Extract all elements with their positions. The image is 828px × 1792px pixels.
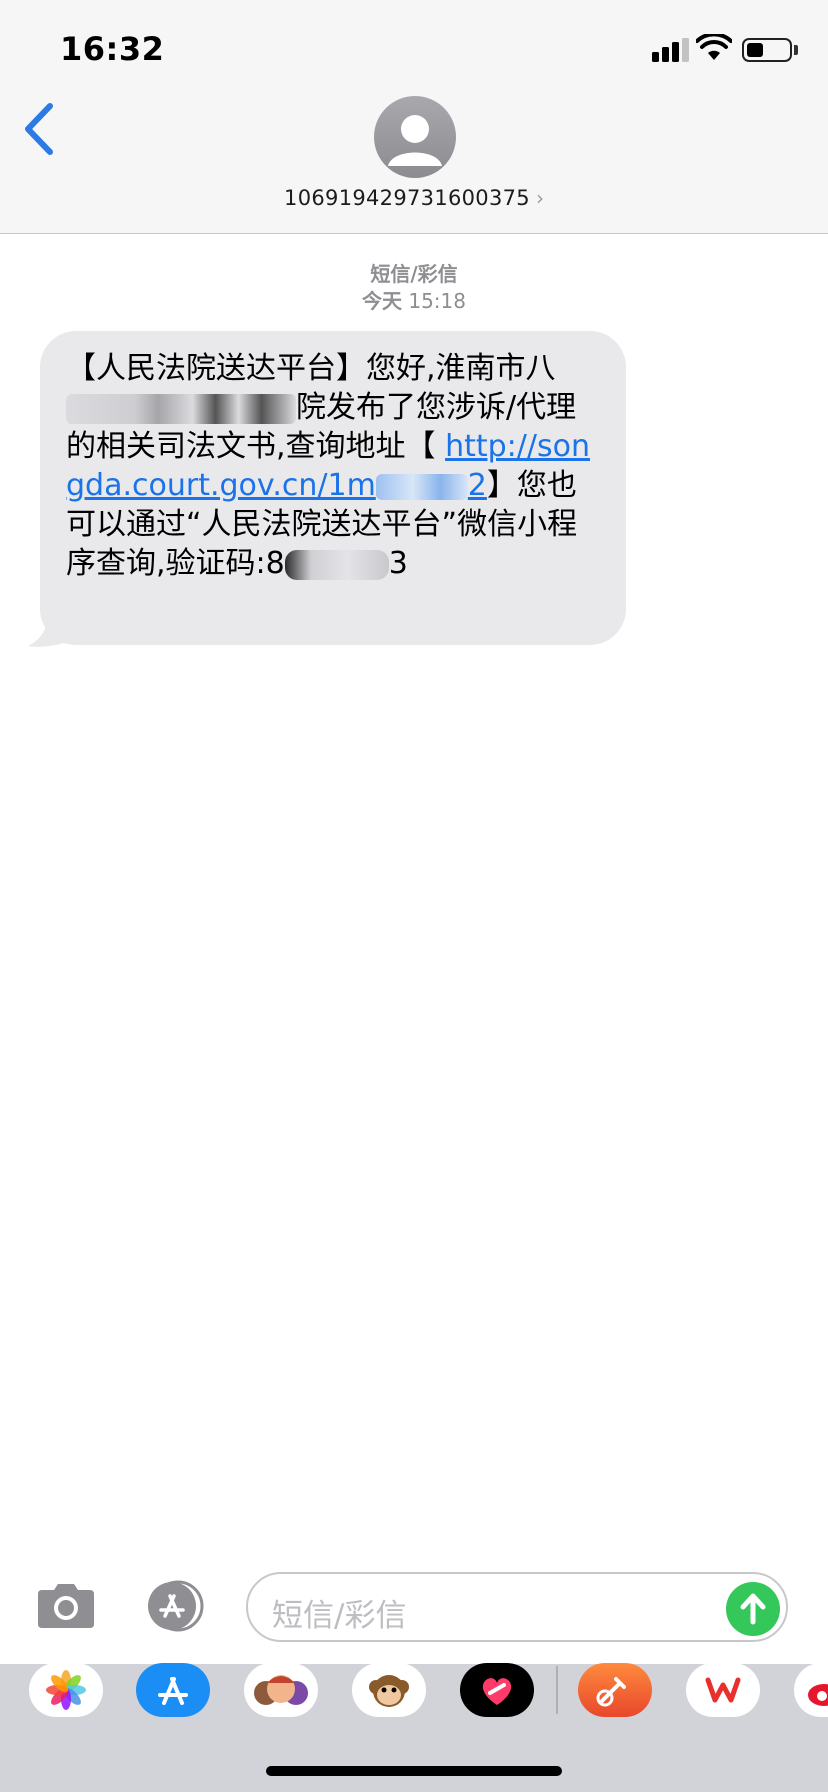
photos-app-icon[interactable] xyxy=(29,1663,103,1717)
contact-number: 106919429731600375 xyxy=(284,186,530,210)
status-time: 16:32 xyxy=(60,30,165,68)
chevron-right-icon: › xyxy=(535,186,544,210)
back-button[interactable] xyxy=(20,102,60,156)
message-input[interactable]: 短信/彩信 xyxy=(246,1572,788,1642)
message-time: 15:18 xyxy=(408,289,466,313)
link-partial: 1m xyxy=(327,468,376,503)
redacted-name-start: 八 xyxy=(525,351,556,386)
link-end: 2 xyxy=(467,468,487,503)
animoji-app-icon[interactable] xyxy=(352,1663,426,1717)
message-part-1: 【人民法院送达平台】您好,淮南市 xyxy=(66,351,526,386)
message-text: 【人民法院送达平台】您好,淮南市八院发布了您涉诉/代理的相关司法文书,查询地址【… xyxy=(66,349,600,583)
cellular-signal-icon xyxy=(652,38,689,62)
message-input-placeholder: 短信/彩信 xyxy=(272,1598,407,1634)
battery-icon xyxy=(742,38,792,62)
contact-avatar[interactable] xyxy=(374,96,456,178)
message-timestamp: 今天 15:18 xyxy=(0,285,828,314)
contact-info-button[interactable]: 106919429731600375 › xyxy=(0,186,828,210)
garageband-app-icon[interactable] xyxy=(578,1663,652,1717)
message-day: 今天 xyxy=(362,289,402,313)
camera-icon xyxy=(38,1584,94,1628)
battery-cap xyxy=(794,45,798,55)
code-end: 3 xyxy=(388,546,408,581)
home-indicator[interactable] xyxy=(266,1766,562,1776)
wps-app-icon[interactable] xyxy=(686,1663,760,1717)
camera-button[interactable] xyxy=(34,1582,98,1630)
app-store-app-icon[interactable] xyxy=(136,1663,210,1717)
message-type-label: 短信/彩信 xyxy=(370,262,458,286)
wifi-icon xyxy=(696,34,732,60)
redacted-court-name xyxy=(66,393,296,424)
digital-touch-app-icon[interactable] xyxy=(460,1663,534,1717)
battery-level-fill xyxy=(747,43,763,57)
apps-button[interactable] xyxy=(140,1580,212,1632)
send-button[interactable] xyxy=(726,1582,780,1636)
memoji-app-icon[interactable] xyxy=(244,1663,318,1717)
app-store-icon xyxy=(148,1582,196,1630)
arrow-up-icon xyxy=(740,1593,766,1625)
app-strip-divider xyxy=(556,1666,558,1714)
redacted-link-path xyxy=(375,473,468,500)
redacted-verification-code xyxy=(284,549,389,580)
person-icon xyxy=(388,115,442,166)
received-message-bubble[interactable]: 【人民法院送达平台】您好,淮南市八院发布了您涉诉/代理的相关司法文书,查询地址【… xyxy=(40,331,626,645)
code-start: 8 xyxy=(265,546,285,581)
